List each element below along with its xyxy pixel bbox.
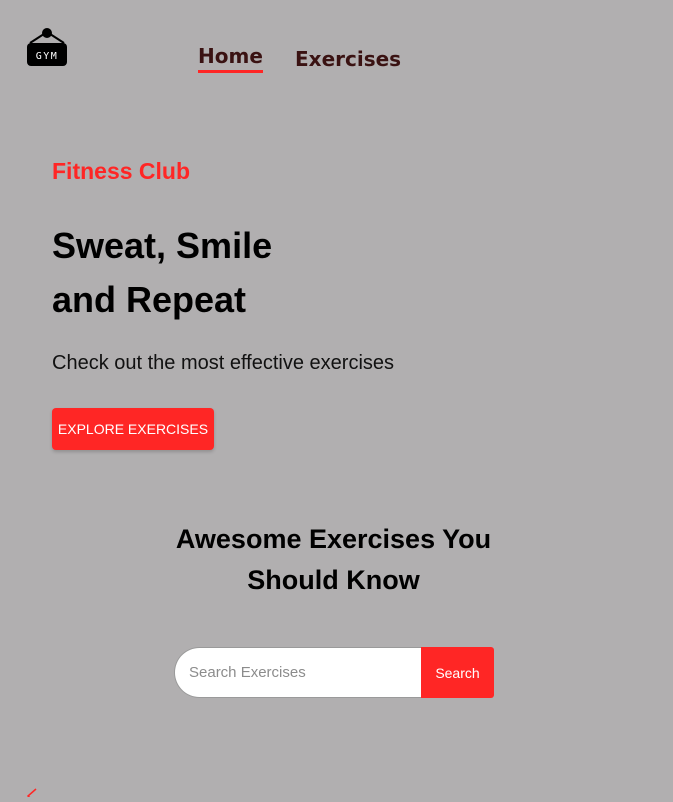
- section-title-line-1: Awesome Exercises You: [175, 524, 492, 554]
- search-input[interactable]: [174, 647, 421, 698]
- search-bar: Search: [174, 647, 494, 698]
- explore-exercises-button[interactable]: Explore Exercises: [52, 408, 214, 450]
- hero-title-line-2: and Repeat: [52, 279, 247, 320]
- logo-text: GYM: [36, 51, 59, 62]
- hero-subtitle: Check out the most effective exercises: [52, 352, 395, 374]
- hero-title-line-1: Sweat, Smile: [52, 225, 273, 266]
- gym-logo-icon[interactable]: GYM: [27, 27, 67, 67]
- search-button[interactable]: Search: [421, 647, 494, 698]
- chevron-left-icon[interactable]: [24, 784, 40, 802]
- nav-exercises-link[interactable]: Exercises: [295, 47, 401, 71]
- section-title: Awesome Exercises You Should Know: [0, 519, 667, 601]
- section-title-line-2: Should Know: [247, 565, 420, 595]
- hero-title: Sweat, Smile and Repeat: [52, 219, 272, 327]
- hero-tagline: Fitness Club: [52, 158, 191, 184]
- nav-home-link[interactable]: Home: [198, 44, 263, 73]
